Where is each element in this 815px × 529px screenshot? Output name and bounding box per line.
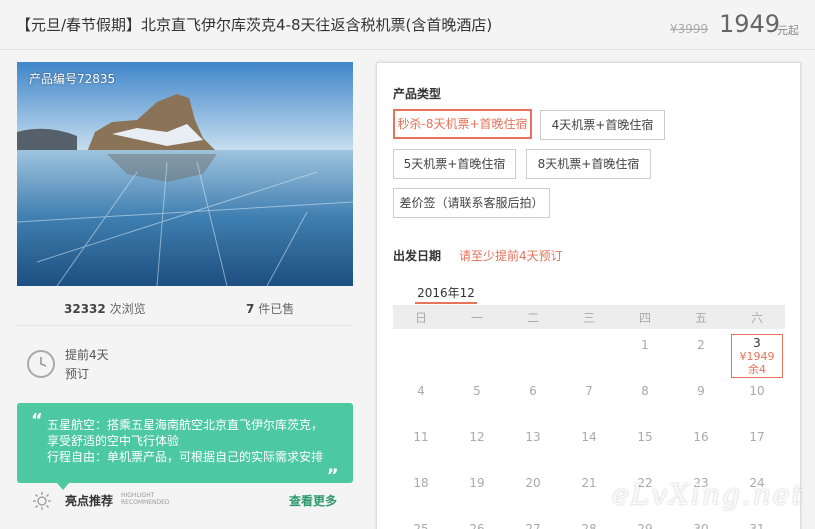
weekday-wed: 三 (582, 311, 595, 325)
advance-days: 提前4天 (65, 348, 109, 362)
calendar-day[interactable]: 11 (395, 430, 447, 444)
calendar-day[interactable]: 9 (675, 384, 727, 398)
title-bar: 【元旦/春节假期】北京直飞伊尔库茨克4-8天往返含税机票(含首晚酒店) ¥399… (0, 0, 815, 50)
product-summary: 产品编号72835 32332 次浏览 7 件已售 提前4天 预订 “ 五星航空… (17, 62, 353, 510)
option-5day[interactable]: 5天机票+首晚住宿 (393, 149, 516, 179)
calendar-day[interactable]: 31 (731, 522, 783, 529)
sun-icon (33, 492, 51, 510)
product-photo: 产品编号72835 (17, 62, 353, 286)
original-price: ¥3999 (670, 22, 709, 36)
highlight-header: 亮点推荐 HIGHLIGHT RECOMMENDED 查看更多 (17, 486, 353, 516)
highlight-line: 行程自由：单机票产品，可根据自己的实际需求安排 (47, 450, 324, 464)
day-number: 3 (753, 336, 761, 350)
clock-icon (27, 350, 55, 378)
date-hint: 请至少提前4天预订 (459, 249, 563, 263)
advance-label: 预订 (65, 367, 90, 381)
highlight-line: 五星航空：搭乘五星海南航空北京直飞伊尔库茨克， (47, 418, 324, 432)
product-title: 【元旦/春节假期】北京直飞伊尔库茨克4-8天往返含税机票(含首晚酒店) (16, 16, 493, 34)
weekday-thu: 四 (638, 311, 651, 325)
lake-baikal-photo (17, 62, 353, 286)
weekday-header: 日 一 二 三 四 五 六 (393, 305, 785, 329)
calendar-day[interactable]: 16 (675, 430, 727, 444)
calendar-day[interactable]: 1 (619, 338, 671, 352)
option-8day-flash-sale[interactable]: 秒杀-8天机票+首晚住宿 (393, 109, 532, 139)
stats-row: 32332 次浏览 7 件已售 (17, 296, 353, 326)
highlight-subtitle-line: HIGHLIGHT (121, 492, 155, 499)
product-type-label: 产品类型 (393, 87, 442, 101)
calendar-day[interactable]: 30 (675, 522, 727, 529)
calendar-day[interactable]: 2 (675, 338, 727, 352)
highlight-subtitle: HIGHLIGHT RECOMMENDED (121, 492, 170, 506)
view-count: 32332 次浏览 (64, 300, 146, 317)
calendar-day[interactable]: 8 (619, 384, 671, 398)
highlight-title: 亮点推荐 (65, 494, 114, 508)
calendar-day[interactable]: 19 (451, 476, 503, 490)
see-more-link[interactable]: 查看更多 (289, 492, 337, 509)
advance-booking: 提前4天 预订 (17, 342, 353, 392)
calendar-day[interactable]: 21 (563, 476, 615, 490)
weekday-mon: 一 (470, 311, 483, 325)
option-4day[interactable]: 4天机票+首晚住宿 (540, 110, 665, 140)
highlight-line: 享受舒适的空中飞行体验 (47, 434, 180, 448)
calendar-day[interactable]: 12 (451, 430, 503, 444)
month-tab[interactable]: 2016年12 (415, 284, 477, 304)
current-price: 1949 (719, 10, 781, 38)
highlight-subtitle-line: RECOMMENDED (121, 499, 170, 506)
day-stock: 余4 (748, 363, 766, 376)
view-count-label: 次浏览 (109, 302, 146, 316)
weekday-tue: 二 (526, 311, 539, 325)
calendar-day[interactable]: 28 (563, 522, 615, 529)
calendar-day[interactable]: 15 (619, 430, 671, 444)
calendar-day[interactable]: 20 (507, 476, 559, 490)
watermark: eLvXing.net (612, 478, 805, 511)
booking-panel: 产品类型 秒杀-8天机票+首晚住宿 4天机票+首晚住宿 5天机票+首晚住宿 8天… (376, 62, 801, 529)
calendar-day-available[interactable]: 3 ¥1949 余4 (731, 334, 783, 378)
option-price-difference[interactable]: 差价签（请联系客服后拍） (393, 188, 550, 218)
calendar-day[interactable]: 29 (619, 522, 671, 529)
sold-count-label: 件已售 (258, 302, 295, 316)
calendar-day[interactable]: 26 (451, 522, 503, 529)
calendar-day[interactable]: 25 (395, 522, 447, 529)
calendar-day[interactable]: 7 (563, 384, 615, 398)
calendar-day[interactable]: 13 (507, 430, 559, 444)
departure-date-label: 出发日期 (393, 249, 442, 263)
advance-booking-text: 提前4天 预订 (65, 346, 109, 384)
calendar-day[interactable]: 10 (731, 384, 783, 398)
open-quote-icon: “ (31, 410, 43, 431)
close-quote-icon: „ (327, 456, 339, 477)
weekday-fri: 五 (694, 311, 707, 325)
product-code: 产品编号72835 (29, 72, 116, 86)
sold-count: 7 件已售 (246, 300, 294, 317)
calendar-day[interactable]: 6 (507, 384, 559, 398)
option-8day[interactable]: 8天机票+首晚住宿 (526, 149, 651, 179)
price-unit: 元起 (777, 24, 799, 37)
calendar-day[interactable]: 27 (507, 522, 559, 529)
weekday-sun: 日 (414, 311, 427, 325)
weekday-sat: 六 (750, 311, 763, 325)
calendar-day[interactable]: 5 (451, 384, 503, 398)
view-count-number: 32332 (64, 302, 106, 316)
highlight-box: “ 五星航空：搭乘五星海南航空北京直飞伊尔库茨克， 享受舒适的空中飞行体验 行程… (17, 403, 353, 483)
sold-count-number: 7 (246, 302, 255, 316)
calendar-day[interactable]: 4 (395, 384, 447, 398)
calendar-day[interactable]: 18 (395, 476, 447, 490)
calendar-day[interactable]: 14 (563, 430, 615, 444)
day-price: ¥1949 (739, 350, 775, 363)
calendar-day[interactable]: 17 (731, 430, 783, 444)
